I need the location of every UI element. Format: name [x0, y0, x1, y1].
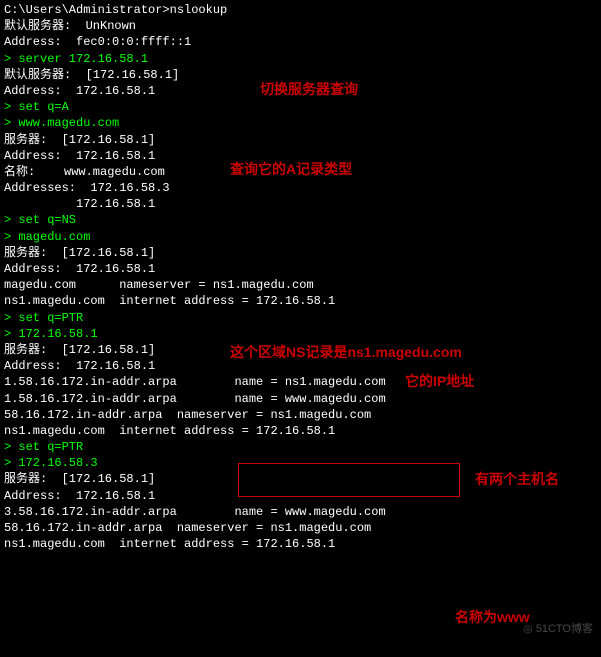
output-line: 默认服务器: UnKnown	[4, 18, 597, 34]
output-line: magedu.com nameserver = ns1.magedu.com	[4, 277, 597, 293]
watermark-icon: ◎	[523, 623, 533, 635]
watermark-text: 51CTO博客	[536, 623, 593, 635]
annotation-switch-server: 切换服务器查询	[260, 80, 358, 99]
output-line: ns1.magedu.com internet address = 172.16…	[4, 423, 597, 439]
watermark: ◎ 51CTO博客	[523, 622, 593, 637]
output-line: 1.58.16.172.in-addr.arpa name = ns1.mage…	[4, 374, 597, 390]
highlight-box	[238, 463, 460, 497]
output-line: ns1.magedu.com internet address = 172.16…	[4, 536, 597, 552]
command-line: > www.magedu.com	[4, 115, 597, 131]
annotation-two-hosts: 有两个主机名	[475, 470, 559, 489]
annotation-a-record: 查询它的A记录类型	[230, 160, 352, 179]
output-line: 服务器: [172.16.58.1]	[4, 245, 597, 261]
output-line: Addresses: 172.16.58.3	[4, 180, 597, 196]
output-line: 服务器: [172.16.58.1]	[4, 132, 597, 148]
output-line: 58.16.172.in-addr.arpa nameserver = ns1.…	[4, 520, 597, 536]
annotation-ns-record: 这个区域NS记录是ns1.magedu.com	[230, 343, 462, 362]
output-line: 58.16.172.in-addr.arpa nameserver = ns1.…	[4, 407, 597, 423]
output-line: 3.58.16.172.in-addr.arpa name = www.mage…	[4, 504, 597, 520]
command-line: > set q=PTR	[4, 310, 597, 326]
output-line: 172.16.58.1	[4, 196, 597, 212]
annotation-text: 名称为	[455, 609, 497, 625]
annotation-name-www: 名称为www	[455, 608, 530, 627]
command-line: > server 172.16.58.1	[4, 51, 597, 67]
command-line: > 172.16.58.1	[4, 326, 597, 342]
command-line: > set q=PTR	[4, 439, 597, 455]
prompt-line: C:\Users\Administrator>nslookup	[4, 2, 597, 18]
annotation-ip-address: 它的IP地址	[405, 372, 474, 391]
output-line: Address: fec0:0:0:ffff::1	[4, 34, 597, 50]
command-line: > set q=NS	[4, 212, 597, 228]
annotation-highlight: ns1.magedu.com	[347, 344, 461, 360]
output-line: ns1.magedu.com internet address = 172.16…	[4, 293, 597, 309]
command-line: > magedu.com	[4, 229, 597, 245]
output-line: Address: 172.16.58.1	[4, 261, 597, 277]
command-line: > set q=A	[4, 99, 597, 115]
output-line: 1.58.16.172.in-addr.arpa name = www.mage…	[4, 391, 597, 407]
annotation-text: 这个区域NS记录是	[230, 344, 347, 360]
